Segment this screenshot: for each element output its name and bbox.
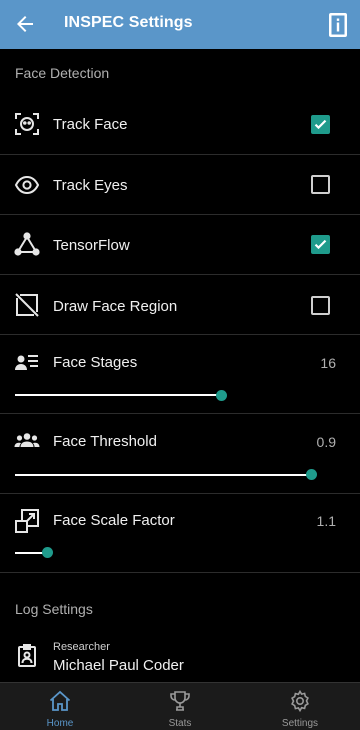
app-bar: INSPEC Settings <box>0 0 360 49</box>
face-threshold-slider-thumb[interactable] <box>306 469 317 480</box>
settings-screen: INSPEC Settings Face Detection Track Fac… <box>0 0 360 730</box>
face-threshold-value: 0.9 <box>316 434 336 450</box>
face-stages-slider-track[interactable] <box>15 394 222 396</box>
setting-label: Face Threshold <box>53 433 157 450</box>
nav-label-stats: Stats <box>168 718 192 729</box>
setting-row-draw-face-region[interactable]: Draw Face Region <box>0 275 360 335</box>
info-icon[interactable] <box>326 11 350 39</box>
nav-label-settings: Settings <box>281 718 319 729</box>
eye-icon <box>14 172 40 198</box>
page-title: INSPEC Settings <box>64 14 193 31</box>
group-icon <box>14 428 40 454</box>
setting-row-face-threshold: Face Threshold 0.9 <box>0 414 360 493</box>
setting-label: Face Stages <box>53 354 138 371</box>
researcher-name: Michael Paul Coder <box>53 657 184 674</box>
badge-icon <box>14 643 40 669</box>
tensorflow-checkbox[interactable] <box>311 235 330 254</box>
arrow-left-icon[interactable] <box>12 12 38 36</box>
track-face-checkbox[interactable] <box>311 115 330 134</box>
network-graph-icon <box>14 231 40 257</box>
face-scale-factor-slider-track[interactable] <box>15 552 45 554</box>
setting-label: TensorFlow <box>53 237 130 254</box>
gear-icon <box>288 689 312 713</box>
crop-off-icon <box>14 292 40 318</box>
nav-item-stats[interactable]: Stats <box>120 683 240 730</box>
face-stages-slider-thumb[interactable] <box>216 390 227 401</box>
nav-item-settings[interactable]: Settings <box>240 683 360 730</box>
face-scan-icon <box>14 111 40 137</box>
setting-row-researcher[interactable]: Researcher Michael Paul Coder <box>0 632 360 682</box>
section-header-face-detection: Face Detection <box>15 65 110 81</box>
nav-label-home: Home <box>46 718 74 729</box>
setting-row-face-scale-factor: Face Scale Factor 1.1 <box>0 494 360 572</box>
people-list-icon <box>14 350 40 376</box>
setting-row-track-eyes[interactable]: Track Eyes <box>0 155 360 215</box>
face-scale-factor-slider-thumb[interactable] <box>42 547 53 558</box>
face-stages-value: 16 <box>320 355 336 371</box>
divider <box>0 572 360 573</box>
researcher-label: Researcher <box>53 641 110 653</box>
bottom-navigation: Home Stats Settings <box>0 682 360 730</box>
face-scale-factor-value: 1.1 <box>316 513 336 529</box>
home-icon <box>48 689 72 713</box>
setting-label: Track Face <box>53 116 128 133</box>
scale-icon <box>14 508 40 534</box>
setting-label: Face Scale Factor <box>53 512 175 529</box>
trophy-icon <box>168 689 192 713</box>
face-threshold-slider-track[interactable] <box>15 474 311 476</box>
draw-face-region-checkbox[interactable] <box>311 296 330 315</box>
track-eyes-checkbox[interactable] <box>311 175 330 194</box>
setting-row-face-stages: Face Stages 16 <box>0 335 360 413</box>
setting-row-track-face[interactable]: Track Face <box>0 95 360 155</box>
setting-label: Track Eyes <box>53 177 128 194</box>
setting-label: Draw Face Region <box>53 298 178 315</box>
nav-item-home[interactable]: Home <box>0 683 120 730</box>
section-header-log-settings: Log Settings <box>15 601 93 617</box>
setting-row-tensorflow[interactable]: TensorFlow <box>0 215 360 275</box>
